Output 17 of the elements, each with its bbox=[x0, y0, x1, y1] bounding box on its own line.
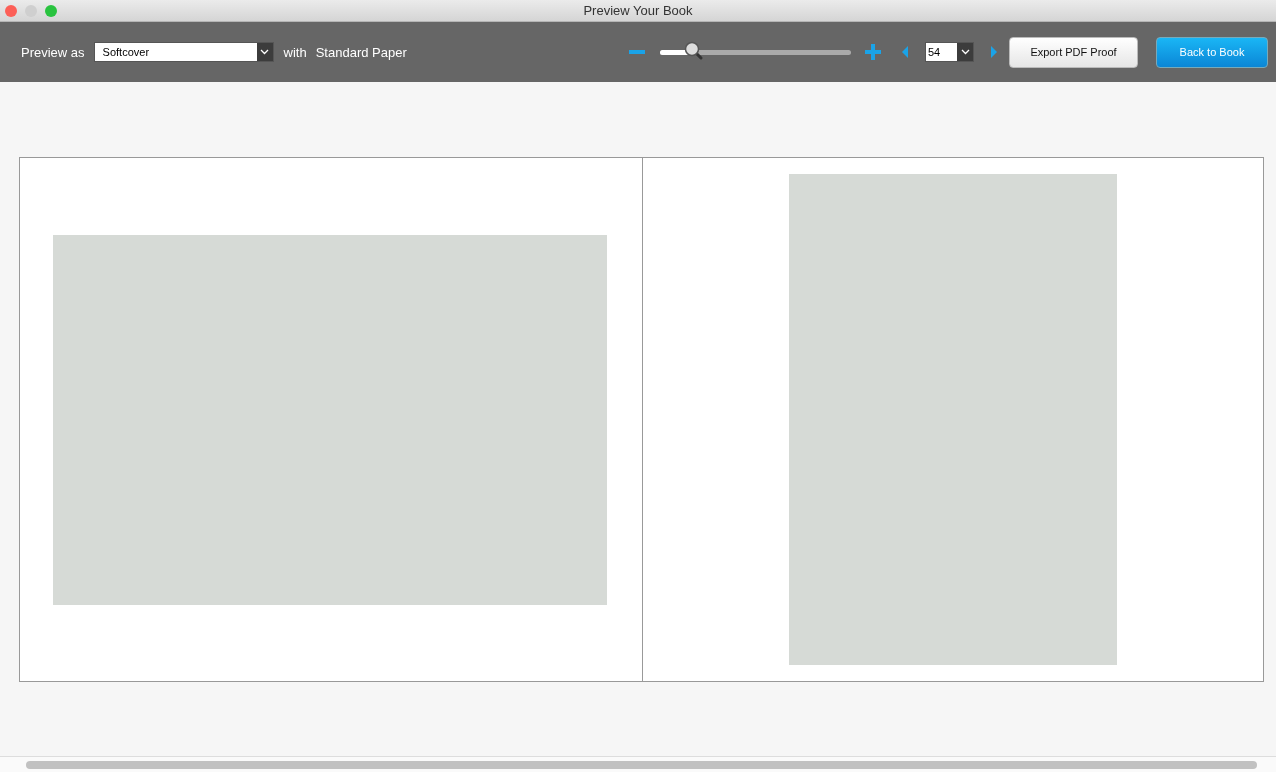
window-title: Preview Your Book bbox=[583, 3, 693, 18]
close-button[interactable] bbox=[5, 5, 17, 17]
next-page-icon[interactable] bbox=[991, 46, 997, 58]
slider-thumb[interactable] bbox=[684, 41, 705, 61]
scrollbar-thumb[interactable] bbox=[26, 760, 1257, 769]
zoom-in-icon[interactable] bbox=[865, 44, 881, 60]
previous-page-icon[interactable] bbox=[902, 46, 908, 58]
paper-label: Standard Paper bbox=[315, 44, 407, 60]
export-pdf-button[interactable]: Export PDF Proof bbox=[1009, 36, 1138, 68]
zoom-button[interactable] bbox=[45, 5, 57, 17]
preview-label: Preview as bbox=[21, 44, 85, 60]
caret-icon bbox=[957, 43, 973, 61]
format-dropdown[interactable]: Softcover bbox=[93, 42, 274, 62]
minimize-button[interactable] bbox=[25, 5, 37, 17]
page-dropdown[interactable]: 54 bbox=[925, 42, 974, 62]
caret-icon bbox=[256, 43, 273, 61]
with-label: with bbox=[283, 44, 307, 60]
